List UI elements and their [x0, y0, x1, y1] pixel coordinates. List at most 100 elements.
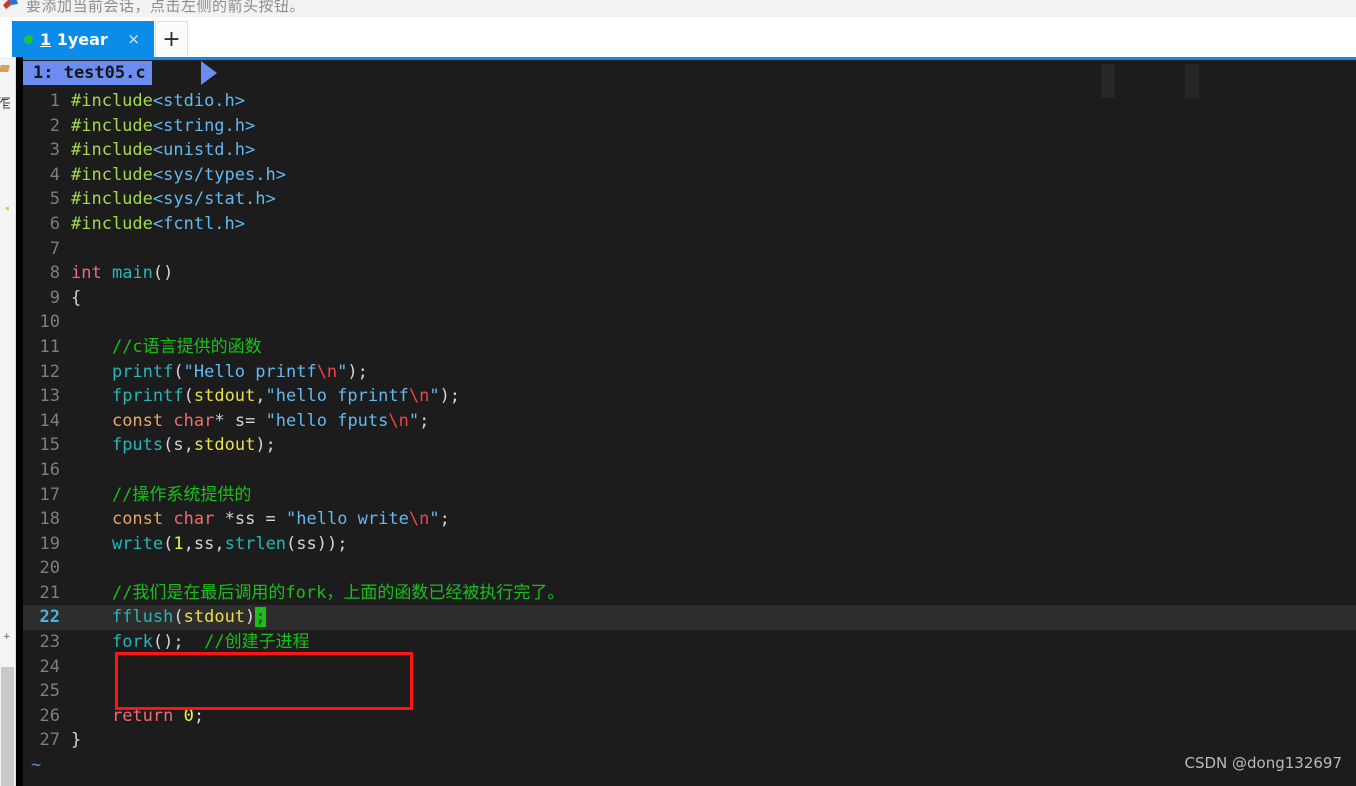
code-line-text[interactable] — [71, 679, 1356, 704]
code-line[interactable]: 2 #include<string.h> — [23, 114, 1356, 139]
session-tab-title: 1year — [51, 29, 108, 49]
session-tab-index: 1 — [40, 29, 52, 49]
code-line-text[interactable] — [71, 655, 1356, 680]
code-line-text[interactable]: fputs(s,stdout); — [71, 433, 1356, 458]
code-line-text[interactable]: return 0; — [71, 704, 1356, 729]
line-number: 26 — [39, 705, 60, 726]
rail-line-1 — [3, 97, 10, 99]
new-tab-button[interactable]: + — [155, 21, 188, 57]
code-line[interactable]: 11 //c语言提供的函数 — [23, 335, 1356, 360]
line-number: 4 — [49, 164, 60, 185]
code-line-text[interactable]: fork(); //创建子进程 — [71, 630, 1356, 655]
code-line-text[interactable]: #include<unistd.h> — [71, 138, 1356, 163]
green-status-dot-icon — [24, 34, 33, 44]
code-line-text[interactable]: #include<sys/stat.h> — [71, 187, 1356, 212]
line-number: 27 — [39, 730, 60, 751]
code-line[interactable]: 19 write(1,ss,strlen(ss)); — [23, 532, 1356, 557]
code-line-text[interactable]: { — [71, 286, 1356, 311]
code-line-text[interactable]: #include<string.h> — [71, 114, 1356, 139]
tab-bar: 1 1year × + — [0, 17, 1356, 57]
code-line-text[interactable]: //我们是在最后调用的fork，上面的函数已经被执行完了。 — [71, 581, 1356, 606]
line-number: 25 — [39, 681, 60, 702]
code-line[interactable]: 16 — [23, 458, 1356, 483]
code-line[interactable]: 6 #include<fcntl.h> — [23, 212, 1356, 237]
hint-strip: 要添加当前会话，点击左侧的箭头按钮。 — [0, 0, 1356, 17]
vim-tabline: 1: test05.c — [23, 61, 1356, 98]
code-line[interactable]: 25 — [23, 679, 1356, 704]
screenshot-root: 要添加当前会话，点击左侧的箭头按钮。 1 1year × + 作 + 1: te… — [0, 0, 1356, 786]
line-number: 21 — [39, 582, 60, 603]
line-number: 2 — [49, 115, 60, 136]
rail-scrollbar[interactable] — [1, 667, 14, 786]
code-line[interactable]: 4 #include<sys/types.h> — [23, 163, 1356, 188]
rail-yellow-dot-icon — [6, 207, 9, 210]
line-number: 13 — [39, 386, 60, 407]
line-number: 19 — [39, 533, 60, 554]
terminal-top-accent-line — [16, 57, 1356, 60]
app-logo-icon — [2, 0, 20, 12]
hint-text: 要添加当前会话，点击左侧的箭头按钮。 — [26, 0, 306, 15]
code-line[interactable]: 14 const char* s= "hello fputs\n"; — [23, 409, 1356, 434]
code-line-text[interactable]: //c语言提供的函数 — [71, 335, 1356, 360]
code-line[interactable]: 21 //我们是在最后调用的fork，上面的函数已经被执行完了。 — [23, 581, 1356, 606]
code-line[interactable]: 9{ — [23, 286, 1356, 311]
line-number: 12 — [39, 361, 60, 382]
code-line-text[interactable]: printf("Hello printf\n"); — [71, 360, 1356, 385]
line-number: 7 — [49, 238, 60, 259]
code-line[interactable]: 15 fputs(s,stdout); — [23, 433, 1356, 458]
session-tab[interactable]: 1 1year × — [12, 21, 154, 57]
line-number: 3 — [49, 140, 60, 161]
code-line-text[interactable]: fprintf(stdout,"hello fprintf\n"); — [71, 384, 1356, 409]
line-number: 8 — [49, 263, 60, 284]
code-line[interactable]: 5 #include<sys/stat.h> — [23, 187, 1356, 212]
session-tab-label: 1 1year — [40, 30, 108, 49]
code-line[interactable]: 7 — [23, 237, 1356, 262]
code-line[interactable]: 20 — [23, 556, 1356, 581]
code-editor[interactable]: 1 #include<stdio.h> 2 #include<string.h> 3 #i… — [23, 89, 1356, 786]
line-number: 9 — [49, 287, 60, 308]
vim-filler-line: ~ — [31, 755, 42, 776]
vim-buffer-tab[interactable]: 1: test05.c — [23, 61, 152, 85]
code-line-text[interactable]: } — [71, 728, 1356, 753]
rail-orange-marker-icon — [0, 65, 10, 72]
line-number: 23 — [39, 632, 60, 653]
code-line[interactable]: 18 const char *ss = "hello write\n"; — [23, 507, 1356, 532]
code-line[interactable]: 1 #include<stdio.h> — [23, 89, 1356, 114]
line-number: 15 — [39, 435, 60, 456]
watermark: CSDN @dong132697 — [1184, 754, 1342, 772]
code-line-text[interactable]: #include<sys/types.h> — [71, 163, 1356, 188]
terminal-window: 1: test05.c 1 #include<stdio.h> 2 #include<… — [16, 57, 1356, 786]
code-line-text[interactable]: write(1,ss,strlen(ss)); — [71, 532, 1356, 557]
code-line-text[interactable]: int main() — [71, 261, 1356, 286]
line-number: 1 — [49, 91, 60, 111]
code-line[interactable]: 8 int main() — [23, 261, 1356, 286]
code-line[interactable]: 27} — [23, 728, 1356, 753]
code-line[interactable]: 26 return 0; — [23, 704, 1356, 729]
code-line-text[interactable] — [71, 556, 1356, 581]
code-line-text[interactable]: const char* s= "hello fputs\n"; — [71, 409, 1356, 434]
left-rail: 作 + — [0, 57, 16, 786]
code-line[interactable]: 24 — [23, 655, 1356, 680]
code-line[interactable]: 10 — [23, 310, 1356, 335]
line-number: 6 — [49, 213, 60, 234]
code-line-text[interactable]: fflush(stdout); — [71, 605, 1356, 630]
vim-tab-arrow-icon — [201, 61, 217, 85]
terminal-left-edge — [16, 57, 23, 786]
code-line-text[interactable] — [71, 310, 1356, 335]
code-line[interactable]: 3 #include<unistd.h> — [23, 138, 1356, 163]
rail-plus-icon[interactable]: + — [3, 632, 11, 642]
code-line-text[interactable]: #include<stdio.h> — [71, 89, 1356, 114]
line-number: 17 — [39, 484, 60, 505]
line-number: 5 — [49, 189, 60, 210]
code-line-text[interactable]: #include<fcntl.h> — [71, 212, 1356, 237]
code-line-text[interactable] — [71, 237, 1356, 262]
code-line[interactable]: 13 fprintf(stdout,"hello fprintf\n"); — [23, 384, 1356, 409]
code-line-text[interactable]: const char *ss = "hello write\n"; — [71, 507, 1356, 532]
close-icon[interactable]: × — [127, 31, 140, 47]
code-line-text[interactable] — [71, 458, 1356, 483]
code-line[interactable]: 22 fflush(stdout); — [23, 605, 1356, 631]
code-line[interactable]: 12 printf("Hello printf\n"); — [23, 360, 1356, 385]
code-line[interactable]: 23 fork(); //创建子进程 — [23, 630, 1356, 655]
code-line-text[interactable]: //操作系统提供的 — [71, 483, 1356, 508]
code-line[interactable]: 17 //操作系统提供的 — [23, 483, 1356, 508]
